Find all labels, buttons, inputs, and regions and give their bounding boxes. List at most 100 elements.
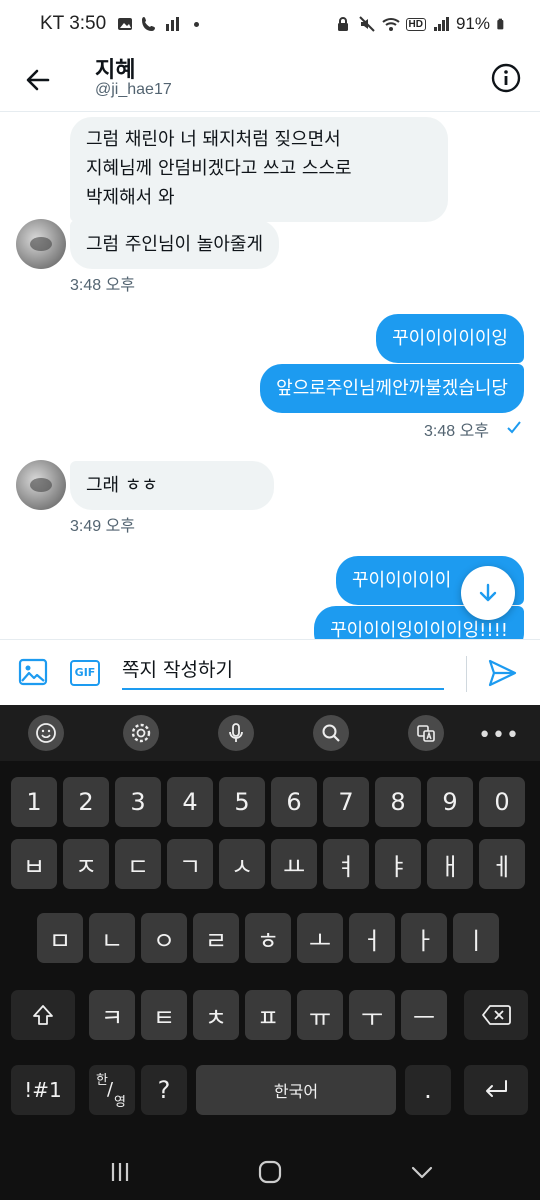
- key-jieut[interactable]: ㅈ: [63, 839, 109, 889]
- gif-icon[interactable]: GIF: [70, 660, 100, 686]
- key-7[interactable]: 7: [323, 777, 369, 827]
- key-rieul[interactable]: ㄹ: [193, 913, 239, 963]
- info-icon[interactable]: [490, 62, 522, 94]
- key-hieut[interactable]: ㅎ: [245, 913, 291, 963]
- key-yeo[interactable]: ㅕ: [323, 839, 369, 889]
- message-timestamp: 3:48 오후: [70, 277, 136, 294]
- incoming-message[interactable]: 그럼 채린아 너 돼지처럼 짖으면서 지혜님께 안덤비겠다고 쓰고 스스로 박제…: [70, 117, 448, 222]
- language-key[interactable]: 한 / 영: [89, 1065, 135, 1115]
- key-9[interactable]: 9: [427, 777, 473, 827]
- key-pieup[interactable]: ㅍ: [245, 990, 291, 1040]
- key-3[interactable]: 3: [115, 777, 161, 827]
- key-u[interactable]: ㅜ: [349, 990, 395, 1040]
- language-key-bottom: 영: [114, 1095, 126, 1110]
- language-key-slash: /: [107, 1079, 114, 1100]
- message-text: 꾸이이이잉이이이잉!!!!: [330, 620, 508, 639]
- period-key[interactable]: .: [405, 1065, 451, 1115]
- keyboard-toolbar: •••: [0, 705, 540, 761]
- key-siot[interactable]: ㅅ: [219, 839, 265, 889]
- message-composer: GIF: [0, 639, 540, 705]
- enter-key[interactable]: [464, 1065, 528, 1115]
- message-text: 그럼 주인님이 놀아줄게: [86, 234, 264, 255]
- key-2[interactable]: 2: [63, 777, 109, 827]
- message-list[interactable]: 그럼 채린아 너 돼지처럼 짖으면서 지혜님께 안덤비겠다고 쓰고 스스로 박제…: [0, 112, 540, 639]
- key-ya[interactable]: ㅑ: [375, 839, 421, 889]
- status-bar: KT 3:50 HD 91%: [0, 0, 540, 50]
- key-eo[interactable]: ㅓ: [349, 913, 395, 963]
- backspace-icon: [482, 1005, 511, 1025]
- message-text: 그래 ㅎㅎ: [86, 475, 158, 496]
- hide-keyboard-icon[interactable]: [404, 1157, 440, 1187]
- message-timestamp: 3:49 오후: [70, 518, 136, 535]
- key-a[interactable]: ㅏ: [401, 913, 447, 963]
- home-icon[interactable]: [252, 1157, 288, 1187]
- chart-icon: [166, 17, 179, 31]
- key-e[interactable]: ㅔ: [479, 839, 525, 889]
- key-mieum[interactable]: ㅁ: [37, 913, 83, 963]
- question-key[interactable]: ?: [141, 1065, 187, 1115]
- contact-handle[interactable]: @ji_hae17: [95, 81, 172, 99]
- outgoing-message[interactable]: 꾸이이이이이잉: [376, 314, 524, 363]
- back-icon[interactable]: [20, 62, 56, 98]
- emoji-icon[interactable]: [28, 715, 64, 751]
- key-ae[interactable]: ㅐ: [427, 839, 473, 889]
- avatar[interactable]: [16, 219, 66, 269]
- system-icons: HD 91%: [334, 14, 508, 34]
- scroll-to-bottom-button[interactable]: [461, 566, 515, 620]
- key-eu[interactable]: ㅡ: [401, 990, 447, 1040]
- battery-percent: 91%: [455, 14, 490, 33]
- key-ieung[interactable]: ㅇ: [141, 913, 187, 963]
- key-kieuk[interactable]: ㅋ: [89, 990, 135, 1040]
- message-text: 꾸이이이이이: [352, 570, 452, 591]
- send-icon[interactable]: [486, 657, 518, 689]
- outgoing-message[interactable]: 앞으로주인님께안까불겠습니당: [260, 364, 524, 413]
- space-key[interactable]: 한국어: [196, 1065, 396, 1115]
- key-giyeok[interactable]: ㄱ: [167, 839, 213, 889]
- more-icon[interactable]: •••: [478, 723, 520, 748]
- key-o[interactable]: ㅗ: [297, 913, 343, 963]
- symbols-key[interactable]: !#1: [11, 1065, 75, 1115]
- enter-icon: [486, 1080, 507, 1097]
- message-line: 지혜님께 안덤비겠다고 쓰고 스스로: [86, 158, 352, 179]
- more-dot-icon: [194, 21, 199, 27]
- key-digeut[interactable]: ㄷ: [115, 839, 161, 889]
- recent-apps-icon[interactable]: [102, 1157, 138, 1187]
- message-input[interactable]: [122, 652, 444, 690]
- incoming-message[interactable]: 그럼 주인님이 놀아줄게: [70, 220, 280, 269]
- key-yo[interactable]: ㅛ: [271, 839, 317, 889]
- key-6[interactable]: 6: [271, 777, 317, 827]
- key-5[interactable]: 5: [219, 777, 265, 827]
- mute-icon: [358, 16, 375, 32]
- key-bieup[interactable]: ㅂ: [11, 839, 57, 889]
- key-1[interactable]: 1: [11, 777, 57, 827]
- call-icon: [142, 17, 155, 31]
- message-line: 박제해서 와: [86, 187, 175, 208]
- message-text: 꾸이이이이이잉: [392, 328, 508, 349]
- key-yu[interactable]: ㅠ: [297, 990, 343, 1040]
- key-chieut[interactable]: ㅊ: [193, 990, 239, 1040]
- incoming-message[interactable]: 그래 ㅎㅎ: [70, 461, 274, 510]
- key-tieut[interactable]: ㅌ: [141, 990, 187, 1040]
- key-nieun[interactable]: ㄴ: [89, 913, 135, 963]
- avatar[interactable]: [16, 460, 66, 510]
- composer-divider: [466, 656, 467, 692]
- notification-icons: [116, 15, 199, 33]
- lock-icon: [337, 17, 348, 31]
- key-8[interactable]: 8: [375, 777, 421, 827]
- shift-key[interactable]: [11, 990, 75, 1040]
- image-icon[interactable]: [18, 657, 48, 687]
- key-4[interactable]: 4: [167, 777, 213, 827]
- conversation-header: 지혜 @ji_hae17: [0, 50, 540, 112]
- microphone-icon[interactable]: [218, 715, 254, 751]
- search-icon[interactable]: [313, 715, 349, 751]
- read-check-icon: [507, 421, 521, 434]
- shift-icon: [33, 1005, 53, 1025]
- settings-icon[interactable]: [123, 715, 159, 751]
- contact-name[interactable]: 지혜: [95, 52, 135, 84]
- status-time: KT 3:50: [40, 13, 107, 34]
- key-i[interactable]: ㅣ: [453, 913, 499, 963]
- hd-badge: HD: [405, 17, 426, 31]
- backspace-key[interactable]: [464, 990, 528, 1040]
- translate-icon[interactable]: [408, 715, 444, 751]
- key-0[interactable]: 0: [479, 777, 525, 827]
